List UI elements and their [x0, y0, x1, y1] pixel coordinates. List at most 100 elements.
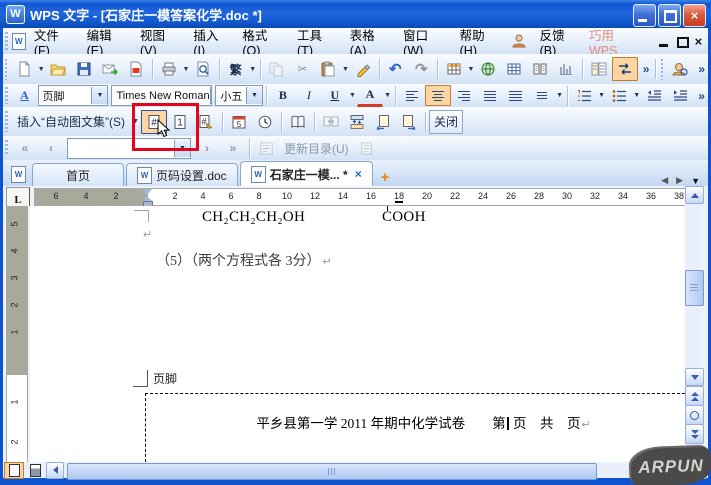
toolbar-overflow-chevron[interactable]: » — [695, 89, 708, 103]
toolbar-grip[interactable] — [5, 32, 8, 50]
insert-date-button[interactable]: 5 — [226, 110, 252, 134]
open-button[interactable] — [45, 57, 71, 81]
insert-table-button[interactable] — [441, 57, 467, 81]
toc-settings-icon[interactable] — [354, 136, 380, 160]
tab-list-menu-icon[interactable]: ▼ — [691, 176, 700, 186]
export-pdf-button[interactable] — [123, 57, 149, 81]
tab-type-selector[interactable]: L — [6, 187, 30, 207]
line-spacing-dropdown[interactable]: ▼ — [555, 85, 564, 107]
scroll-left-button[interactable] — [46, 462, 64, 479]
align-right-button[interactable] — [451, 85, 477, 106]
save-button[interactable] — [71, 57, 97, 81]
promo-link[interactable]: 巧用WPS... — [589, 25, 646, 58]
columns-icon[interactable] — [527, 57, 553, 81]
document-map-icon[interactable] — [586, 57, 612, 81]
style-dropdown[interactable]: ▼ — [91, 87, 107, 104]
print-dropdown[interactable]: ▼ — [182, 58, 190, 80]
nav-first-button[interactable]: « — [12, 136, 38, 160]
table-dropdown[interactable]: ▼ — [467, 58, 475, 80]
redo-button[interactable]: ↷ — [408, 57, 434, 81]
toolbar-grip[interactable] — [5, 87, 8, 103]
convert-dropdown[interactable]: ▼ — [249, 58, 257, 80]
tab-stop-marker[interactable] — [395, 201, 403, 203]
vertical-scroll-thumb[interactable] — [685, 270, 704, 306]
insert-time-button[interactable] — [252, 110, 278, 134]
link-to-previous-button[interactable] — [318, 110, 344, 134]
doc-minimize-button[interactable] — [656, 33, 671, 50]
paste-button[interactable] — [315, 57, 341, 81]
toolbar-grip[interactable] — [5, 140, 8, 157]
font-color-button[interactable]: A — [357, 84, 383, 107]
doc-close-button[interactable]: × — [691, 33, 706, 50]
decrease-indent-button[interactable] — [641, 85, 667, 106]
tab-scroll-right-icon[interactable]: ▶ — [676, 175, 683, 186]
toolbar-overflow-chevron[interactable]: » — [695, 62, 708, 76]
toc-icon[interactable] — [253, 136, 279, 160]
new-tab-button[interactable]: + — [375, 169, 396, 186]
show-next-button[interactable] — [396, 110, 422, 134]
underline-button[interactable]: U — [322, 85, 348, 106]
page-setup-button[interactable] — [285, 110, 311, 134]
select-browse-object-button[interactable] — [685, 405, 704, 425]
mail-button[interactable] — [97, 57, 123, 81]
doc-restore-button[interactable] — [674, 33, 689, 50]
font-color-dropdown[interactable]: ▼ — [383, 85, 392, 107]
new-document-button[interactable] — [11, 57, 37, 81]
scroll-down-button[interactable] — [685, 368, 704, 386]
font-dropdown[interactable]: ▼ — [210, 87, 213, 104]
copy-icon[interactable] — [263, 57, 289, 81]
style-combo[interactable]: 页脚 ▼ — [38, 85, 109, 106]
browse-previous-button[interactable] — [685, 386, 704, 406]
hyperlink-icon[interactable] — [475, 57, 501, 81]
numbering-dropdown[interactable]: ▼ — [597, 85, 606, 107]
bullets-button[interactable] — [606, 85, 632, 106]
font-size-dropdown[interactable]: ▼ — [246, 87, 262, 104]
styles-and-formatting-icon[interactable]: A — [12, 85, 38, 106]
align-left-button[interactable] — [399, 85, 425, 106]
tab-scroll-left-icon[interactable]: ◀ — [661, 175, 668, 186]
show-previous-button[interactable] — [370, 110, 396, 134]
toolbar-overflow-chevron[interactable]: » — [640, 62, 653, 76]
close-header-footer-button[interactable]: 关闭 — [429, 110, 463, 134]
tab-close-icon[interactable]: × — [355, 167, 362, 181]
wps-doc-icon[interactable]: W — [11, 166, 26, 183]
tab-shijiazhuang-doc[interactable]: W 石家庄一模... * × — [240, 161, 373, 186]
show-formatting-marks-toggle[interactable] — [612, 57, 638, 81]
simplified-traditional-button[interactable]: 繁 — [223, 57, 249, 81]
switch-header-footer-button[interactable] — [344, 110, 370, 134]
scroll-up-button[interactable] — [685, 186, 704, 204]
page-view-button[interactable] — [4, 462, 24, 479]
nav-previous-button[interactable]: ‹ — [38, 136, 64, 160]
undo-button[interactable]: ↶ — [382, 57, 408, 81]
feedback-person-icon[interactable] — [506, 29, 532, 53]
browse-next-button[interactable] — [685, 424, 704, 444]
format-painter-button[interactable] — [350, 57, 376, 81]
document-menu-icon[interactable]: W — [12, 33, 26, 50]
bullets-dropdown[interactable]: ▼ — [632, 85, 641, 107]
underline-dropdown[interactable]: ▼ — [348, 85, 357, 107]
insert-autotext-button[interactable]: 插入“自动图文集”(S) — [12, 110, 130, 134]
document-canvas[interactable]: CH₂CH₂CH₂OH COOH ↵ （5）（两个方程式各 3分）↵ 页脚 平乡… — [30, 206, 688, 462]
print-button[interactable] — [156, 57, 182, 81]
align-center-button[interactable] — [425, 85, 451, 106]
toolbar-grip[interactable] — [5, 59, 7, 80]
numbering-button[interactable] — [571, 85, 597, 106]
horizontal-scroll-track[interactable] — [65, 463, 688, 478]
print-preview-button[interactable] — [190, 57, 216, 81]
footer-text-line[interactable]: 平乡县第一学 2011 年期中化学试卷 第 页 共 页↵ — [170, 396, 650, 448]
toolbar-grip[interactable] — [5, 111, 8, 131]
help-person-icon[interactable] — [667, 57, 693, 81]
italic-button[interactable]: I — [296, 85, 322, 106]
update-toc-button[interactable]: 更新目录(U) — [279, 136, 354, 160]
nav-last-button[interactable]: » — [220, 136, 246, 160]
font-size-combo[interactable]: 小五 ▼ — [215, 85, 263, 106]
vertical-scrollbar[interactable] — [685, 186, 702, 462]
table-grid-icon[interactable] — [501, 57, 527, 81]
increase-indent-button[interactable] — [667, 85, 693, 106]
new-document-dropdown[interactable]: ▼ — [37, 58, 45, 80]
tab-home[interactable]: 首页 — [32, 163, 124, 186]
tab-page-number-doc[interactable]: W 页码设置.doc — [126, 163, 238, 186]
horizontal-scroll-thumb[interactable] — [67, 463, 597, 480]
first-line-indent-marker[interactable] — [142, 189, 152, 195]
justify-button[interactable] — [477, 85, 503, 106]
